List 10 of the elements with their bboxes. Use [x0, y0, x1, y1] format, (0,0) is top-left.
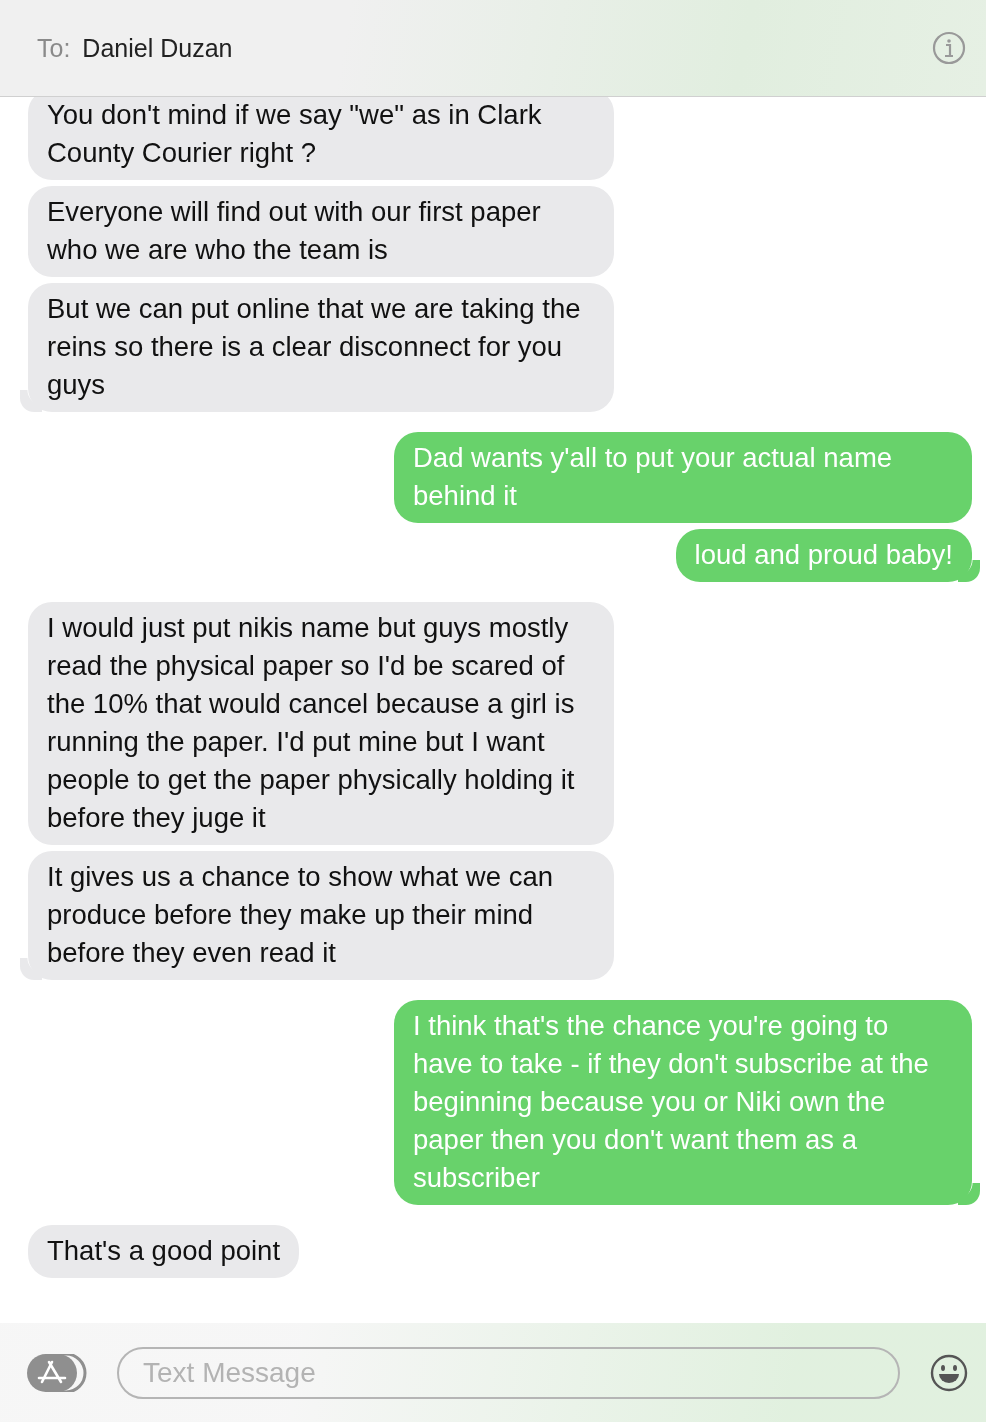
received-message: I would just put nikis name but guys mostly read the physical paper so I'd be scared of the 10% that would cancel because a girl is running the paper. I'd put mine but I want people to get the paper physically holding it before they juge it	[28, 602, 614, 845]
received-message: Everyone will find out with our first paper who we are who the team is	[28, 186, 614, 277]
app-store-icon[interactable]	[27, 1353, 87, 1392]
sent-message: Dad wants y'all to put your actual name behind it	[394, 432, 972, 523]
emoji-icon[interactable]	[930, 1353, 968, 1392]
message-field[interactable]: Text Message	[117, 1346, 900, 1399]
to-label: To:	[37, 33, 71, 63]
received-message: That's a good point	[28, 1225, 300, 1278]
recipient-name: Daniel Duzan	[82, 33, 234, 63]
info-icon[interactable]	[932, 31, 966, 65]
